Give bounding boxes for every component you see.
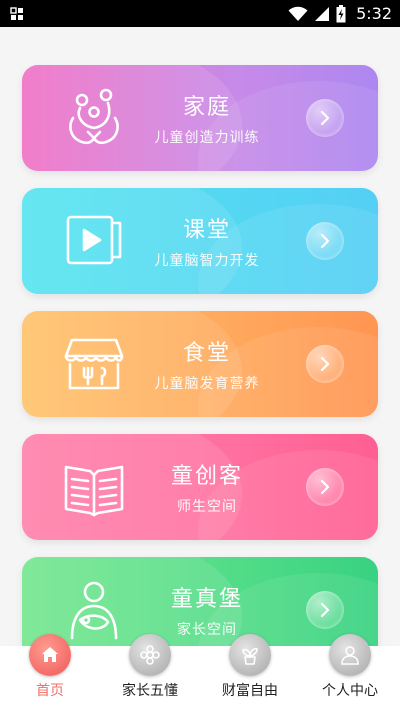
- tab-parents[interactable]: 家长五懂: [100, 634, 200, 700]
- chevron-right-icon[interactable]: [306, 468, 344, 506]
- tab-home[interactable]: 首页: [0, 634, 100, 700]
- cell-signal-icon: [315, 6, 330, 21]
- card-subtitle: 儿童脑发育营养: [154, 376, 260, 392]
- card-text: 童创客 师生空间: [142, 434, 272, 540]
- book-icon: [64, 465, 124, 517]
- status-time: 5:32: [356, 4, 392, 23]
- status-left: [10, 6, 24, 21]
- chevron-right-icon[interactable]: [306, 222, 344, 260]
- chevron-right-icon[interactable]: [306, 345, 344, 383]
- feature-card-list: 家庭 儿童创造力训练 课堂 儿童脑智力开发 食堂 儿童脑发育营养 童创客 师生空…: [22, 65, 378, 680]
- card-canteen[interactable]: 食堂 儿童脑发育营养: [22, 311, 378, 417]
- card-title: 童真堡: [170, 587, 243, 612]
- card-maker[interactable]: 童创客 师生空间: [22, 434, 378, 540]
- card-subtitle: 儿童脑智力开发: [154, 253, 260, 269]
- status-right: 5:32: [288, 4, 392, 23]
- battery-charging-icon: [336, 4, 346, 22]
- tab-profile[interactable]: 个人中心: [300, 634, 400, 700]
- wifi-icon: [288, 6, 308, 21]
- card-subtitle: 家长空间: [177, 622, 237, 638]
- card-title: 课堂: [182, 218, 231, 243]
- user-icon: [329, 634, 371, 676]
- card-title: 家庭: [182, 95, 231, 120]
- status-bar: 5:32: [0, 0, 400, 27]
- app-notification-icon: [10, 6, 23, 20]
- chevron-right-icon[interactable]: [306, 99, 344, 137]
- card-subtitle: 师生空间: [177, 499, 237, 515]
- tab-label: 财富自由: [222, 683, 278, 699]
- chevron-right-icon[interactable]: [306, 591, 344, 629]
- parent-baby-icon: [70, 581, 118, 640]
- flower-icon: [129, 634, 171, 676]
- bottom-tab-bar: 首页 家长五懂 财富自由 个人中心: [0, 634, 400, 710]
- plant-icon: [229, 634, 271, 676]
- card-text: 食堂 儿童脑发育营养: [142, 311, 272, 417]
- card-text: 课堂 儿童脑智力开发: [142, 188, 272, 294]
- tab-label: 家长五懂: [122, 683, 178, 699]
- canteen-icon: [64, 338, 124, 390]
- family-icon: [69, 88, 119, 145]
- card-title: 童创客: [170, 464, 243, 489]
- tab-wealth[interactable]: 财富自由: [200, 634, 300, 700]
- tab-label: 个人中心: [322, 683, 378, 699]
- card-family[interactable]: 家庭 儿童创造力训练: [22, 65, 378, 171]
- card-title: 食堂: [182, 341, 231, 366]
- tab-label: 首页: [36, 683, 64, 699]
- card-classroom[interactable]: 课堂 儿童脑智力开发: [22, 188, 378, 294]
- card-text: 家庭 儿童创造力训练: [142, 65, 272, 171]
- video-play-icon: [66, 215, 122, 265]
- card-subtitle: 儿童创造力训练: [154, 130, 260, 146]
- home-icon: [29, 634, 71, 676]
